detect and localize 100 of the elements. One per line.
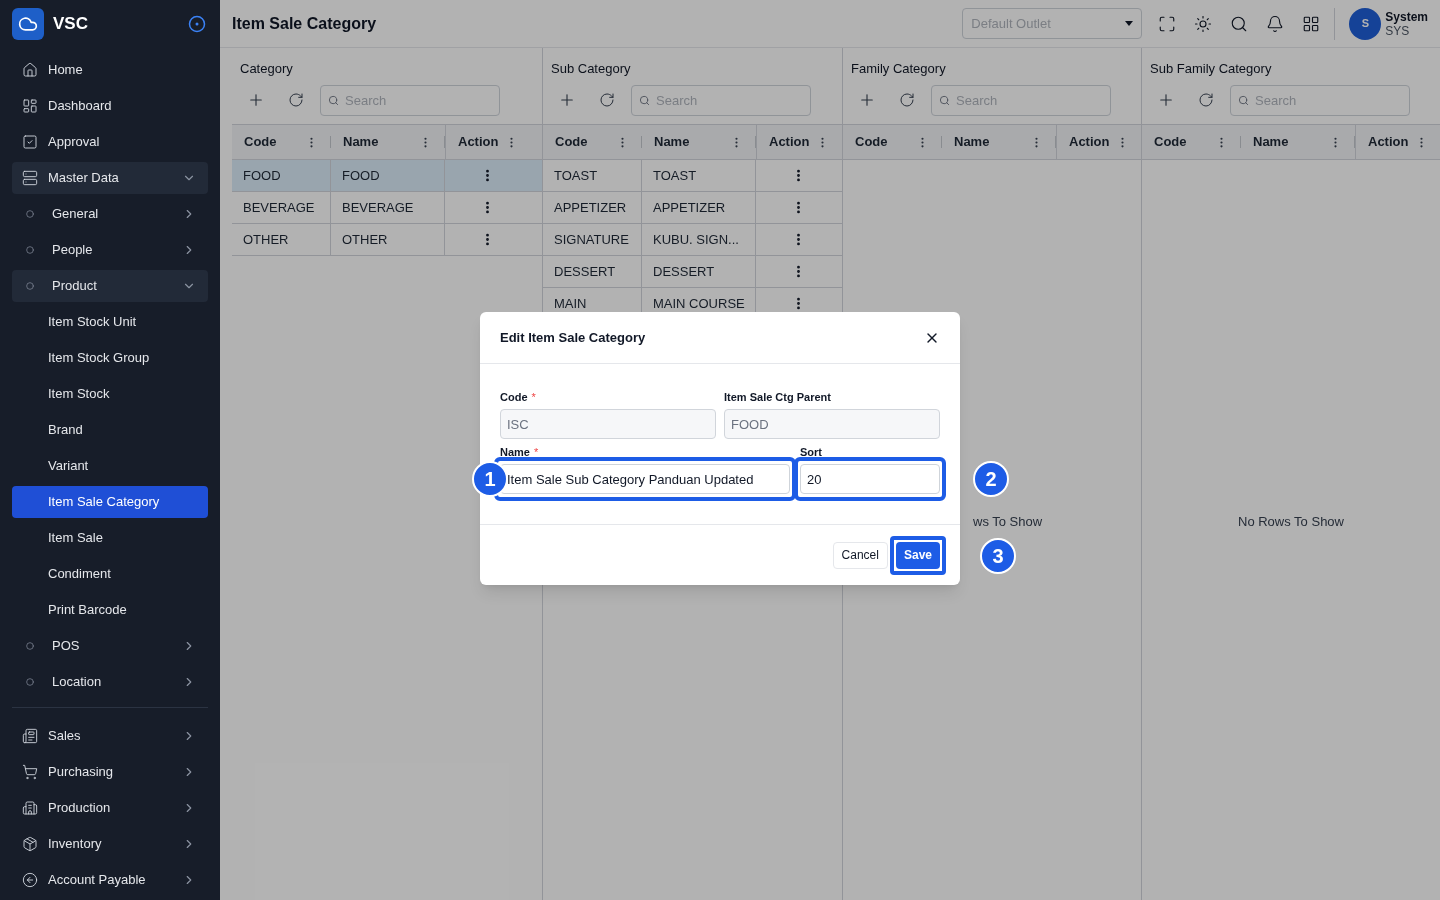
search-icon xyxy=(1238,94,1249,106)
plus-icon xyxy=(558,91,576,109)
sidebar-item[interactable]: Item Stock xyxy=(12,378,208,410)
column-header: Name xyxy=(654,133,691,152)
plus-icon xyxy=(1157,91,1175,109)
bullet-icon xyxy=(26,642,34,650)
page-title: Item Sale Category xyxy=(232,13,378,34)
table-row[interactable]: OTHER OTHER xyxy=(232,224,542,256)
pin-toggle-icon[interactable] xyxy=(188,15,206,33)
apps-button[interactable] xyxy=(1302,14,1321,33)
table-cell-text: APPETIZER xyxy=(554,198,627,217)
sidebar-item[interactable]: General xyxy=(12,198,208,230)
dashboard-icon xyxy=(22,98,38,114)
server-icon xyxy=(22,170,38,186)
sidebar-item[interactable]: People xyxy=(12,234,208,266)
table-cell-text: APPETIZER xyxy=(653,198,726,217)
user-name: System xyxy=(1385,9,1428,24)
sidebar-item[interactable]: Item Stock Unit xyxy=(12,306,208,338)
user-avatar[interactable]: S xyxy=(1349,7,1382,40)
table-row[interactable]: FOOD FOOD xyxy=(232,160,542,192)
sidebar-item[interactable]: Master Data xyxy=(12,162,208,194)
sidebar-item[interactable]: Item Sale xyxy=(12,522,208,554)
table-row[interactable]: DESSERT DESSERT xyxy=(543,256,842,288)
panel-title: Family Category xyxy=(851,61,946,76)
plus-icon xyxy=(858,91,876,109)
table-cell-text: MAIN xyxy=(554,294,587,313)
sidebar-item[interactable]: POS xyxy=(12,630,208,662)
sidebar-item[interactable]: Brand xyxy=(12,414,208,446)
sidebar-item[interactable]: Condiment xyxy=(12,558,208,590)
table-cell-text: MAIN COURSE xyxy=(653,294,745,313)
column-header: Code xyxy=(555,133,589,152)
list-icon xyxy=(22,728,38,744)
table-row[interactable]: SIGNATURE KUBU. SIGN... xyxy=(543,224,842,256)
column-header: Code xyxy=(855,133,889,152)
table-cell-text: DESSERT xyxy=(554,262,616,281)
table-cell-text: TOAST xyxy=(653,166,697,185)
sidebar-item[interactable]: Sales xyxy=(12,720,208,752)
cancel-button[interactable]: Cancel xyxy=(832,541,888,569)
required-mark: * xyxy=(533,444,539,460)
search-icon xyxy=(939,94,950,106)
sidebar-item[interactable]: Variant xyxy=(12,450,208,482)
search-button[interactable] xyxy=(1230,14,1249,33)
user-code: SYS xyxy=(1385,23,1410,38)
bullet-icon xyxy=(26,210,34,218)
sidebar-item[interactable]: Dashboard xyxy=(12,90,208,122)
sidebar-item[interactable]: Print Barcode xyxy=(12,594,208,626)
plus-icon xyxy=(247,91,265,109)
column-header: Action xyxy=(769,133,811,152)
table-row[interactable]: APPETIZER APPETIZER xyxy=(543,192,842,224)
search-icon xyxy=(639,94,650,106)
column-header: Action xyxy=(458,133,500,152)
highlight-frame xyxy=(889,535,946,575)
brand-name: VSC xyxy=(53,13,89,36)
save-button[interactable]: Save xyxy=(895,541,940,569)
theme-button[interactable] xyxy=(1194,14,1213,33)
bullet-icon xyxy=(26,678,34,686)
field-label: Code xyxy=(500,389,528,405)
refresh-icon xyxy=(1198,92,1214,108)
empty-message: ws To Show xyxy=(973,513,1043,531)
column-header: Code xyxy=(244,133,278,152)
sidebar-item[interactable]: Product xyxy=(12,270,208,302)
table-cell-text: BEVERAGE xyxy=(342,198,414,217)
input-field[interactable]: 20 xyxy=(800,464,940,494)
sidebar-item[interactable]: Account Payable xyxy=(12,864,208,896)
table-cell-text: KUBU. SIGN... xyxy=(653,230,739,249)
bullet-icon xyxy=(26,282,34,290)
sidebar-item[interactable]: Item Stock Group xyxy=(12,342,208,374)
column-header: Code xyxy=(1154,133,1188,152)
caret-icon xyxy=(1125,21,1134,26)
sidebar-item[interactable]: Home xyxy=(12,54,208,86)
building-icon xyxy=(22,800,38,816)
table-cell-text: OTHER xyxy=(342,230,388,249)
sidebar-item[interactable]: Production xyxy=(12,792,208,824)
table-row[interactable]: BEVERAGE BEVERAGE xyxy=(232,192,542,224)
fullscreen-button[interactable] xyxy=(1158,14,1177,33)
sidebar-item[interactable]: Purchasing xyxy=(12,756,208,788)
panel-title: Sub Category xyxy=(551,61,631,76)
search-icon xyxy=(328,94,339,106)
sidebar-item[interactable]: Location xyxy=(12,666,208,698)
table-cell-text: FOOD xyxy=(342,166,380,185)
column-header: Name xyxy=(1253,133,1290,152)
sidebar-item[interactable]: Inventory xyxy=(12,828,208,860)
refresh-icon xyxy=(288,92,304,108)
sidebar-item[interactable]: Approval xyxy=(12,126,208,158)
sidebar-item[interactable]: Item Sale Category xyxy=(12,486,208,518)
refresh-icon xyxy=(899,92,915,108)
refresh-icon xyxy=(599,92,615,108)
column-header: Name xyxy=(954,133,991,152)
field-label: Sort xyxy=(800,444,822,460)
table-cell-text: DESSERT xyxy=(653,262,715,281)
home-icon xyxy=(22,62,38,78)
empty-message: No Rows To Show xyxy=(1238,513,1344,531)
column-header: Action xyxy=(1368,133,1410,152)
table-row[interactable]: TOAST TOAST xyxy=(543,160,842,192)
table-cell-text: BEVERAGE xyxy=(243,198,315,217)
cart-icon xyxy=(22,764,38,780)
bullet-icon xyxy=(26,246,34,254)
dialog-title: Edit Item Sale Category xyxy=(500,328,646,347)
table-cell-text: OTHER xyxy=(243,230,289,249)
notification-button[interactable] xyxy=(1266,14,1285,33)
